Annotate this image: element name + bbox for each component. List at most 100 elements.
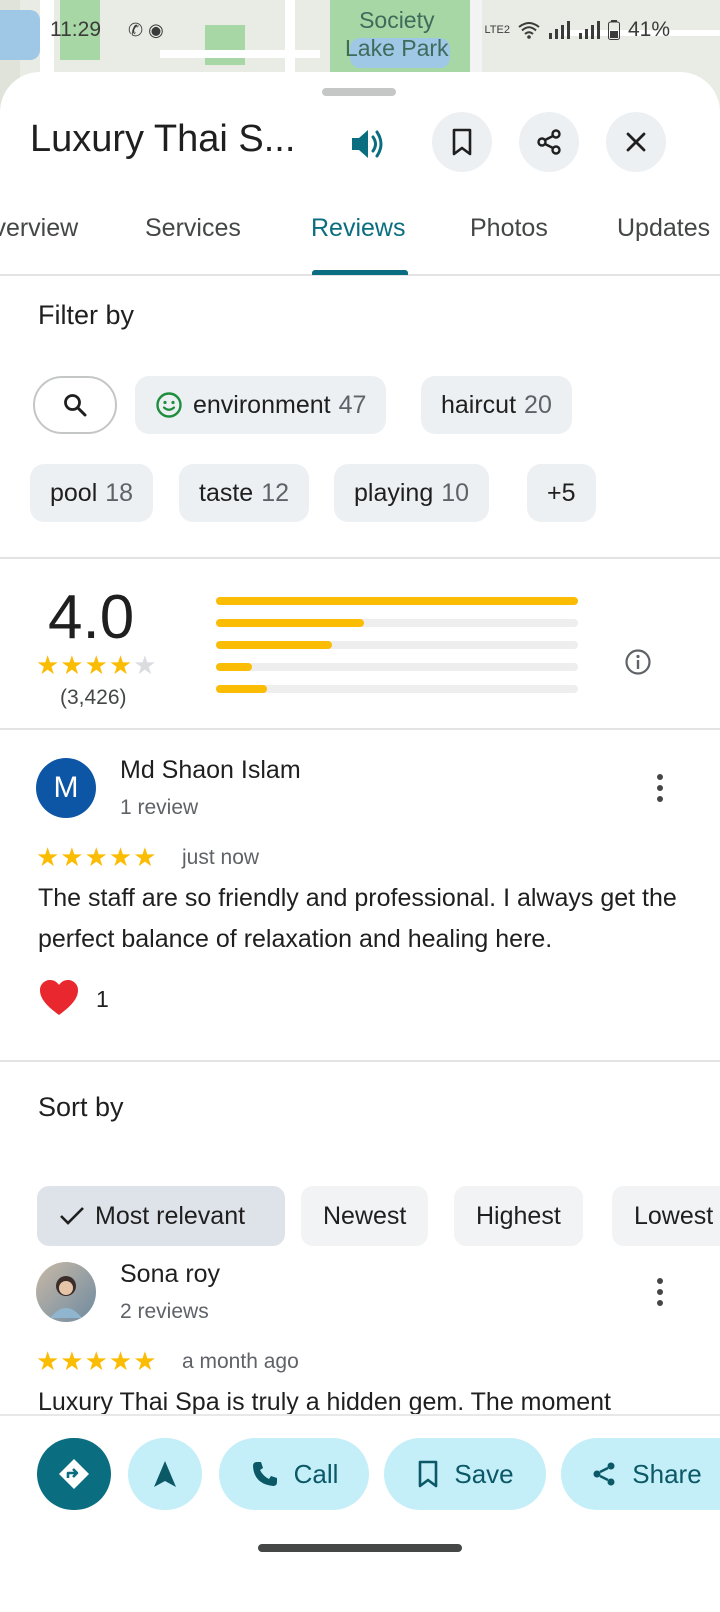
share-icon <box>593 1462 615 1486</box>
bookmark-icon <box>452 128 472 156</box>
chip-count: 18 <box>105 478 134 507</box>
chip-label: environment <box>193 390 331 419</box>
directions-icon <box>59 1459 89 1489</box>
divider <box>0 728 720 730</box>
review-text: Luxury Thai Spa is truly a hidden gem. T… <box>38 1388 611 1414</box>
average-stars: ★★★★★ <box>36 650 158 680</box>
search-reviews-button[interactable] <box>33 376 117 434</box>
profile-photo-icon <box>50 1276 82 1318</box>
call-label: Call <box>293 1458 339 1489</box>
close-icon <box>626 132 646 152</box>
tab-photos[interactable]: Photos <box>470 214 548 243</box>
rating-count: (3,426) <box>60 686 127 709</box>
smiley-icon <box>156 392 182 418</box>
status-bar: 11:29 ✆ ◉ LTE2 41% <box>0 16 720 46</box>
chip-label: pool <box>50 478 98 507</box>
speaker-icon[interactable] <box>346 122 390 166</box>
average-rating: 4.0 <box>48 583 135 652</box>
battery-percent: 41% <box>627 18 670 41</box>
chip-count: 12 <box>261 478 290 507</box>
share-label: Share <box>632 1458 702 1489</box>
active-tab-indicator <box>312 270 408 275</box>
tab-services[interactable]: Services <box>145 214 241 243</box>
chip-label: haircut <box>441 390 517 419</box>
start-navigation-button[interactable] <box>128 1438 202 1510</box>
title-row: Luxury Thai S... <box>0 112 720 176</box>
signal-icon <box>548 21 570 39</box>
review-stars: ★★★★★ <box>36 1346 158 1376</box>
filter-chip-more[interactable]: +5 <box>527 464 596 522</box>
filter-chip-pool[interactable]: pool 18 <box>30 464 154 522</box>
bar-5-star <box>216 597 578 605</box>
bar-1-star <box>216 685 578 693</box>
avatar[interactable]: M <box>36 758 96 818</box>
avatar[interactable] <box>36 1262 96 1322</box>
info-icon[interactable] <box>624 648 652 676</box>
filter-title: Filter by <box>38 300 135 330</box>
close-button[interactable] <box>606 112 666 172</box>
bar-4-star <box>216 619 578 627</box>
filter-chip-haircut[interactable]: haircut 20 <box>421 376 572 434</box>
more-options-icon[interactable] <box>648 1272 672 1312</box>
reviewer-review-count: 1 review <box>120 796 199 819</box>
tab-bar: Overview Services Reviews Photos Updates <box>0 202 720 276</box>
phone-icon <box>252 1462 277 1486</box>
filter-chip-playing[interactable]: playing 10 <box>334 464 490 522</box>
tab-updates[interactable]: Updates <box>617 214 710 243</box>
like-count: 1 <box>96 986 109 1012</box>
save-icon-button[interactable] <box>432 112 492 172</box>
directions-button[interactable] <box>37 1438 111 1510</box>
home-indicator[interactable] <box>258 1544 462 1552</box>
bar-fill <box>216 641 332 649</box>
status-time: 11:29 <box>50 18 101 41</box>
battery-icon <box>607 20 620 40</box>
check-icon <box>60 1207 84 1225</box>
sort-label: Lowest <box>634 1201 714 1230</box>
save-button[interactable]: Save <box>384 1438 546 1510</box>
chip-count: 47 <box>338 390 367 419</box>
share-icon <box>537 129 561 155</box>
filter-chip-taste[interactable]: taste 12 <box>179 464 310 522</box>
bar-fill <box>216 619 365 627</box>
sort-label: Highest <box>476 1201 561 1230</box>
review-text: The staff are so friendly and profession… <box>38 884 677 953</box>
notification-icons: ✆ ◉ <box>128 20 164 40</box>
chip-label: +5 <box>547 478 576 507</box>
sort-highest[interactable]: Highest <box>454 1186 583 1246</box>
search-icon <box>64 394 87 417</box>
chip-label: playing <box>354 478 434 507</box>
review-stars: ★★★★★ <box>36 842 158 872</box>
place-title: Luxury Thai S... <box>30 118 296 160</box>
signal-icon-2 <box>578 21 600 39</box>
sort-title: Sort by <box>38 1092 124 1122</box>
wifi-icon <box>518 22 540 39</box>
heart-icon[interactable] <box>38 978 80 1018</box>
navigation-arrow-icon <box>154 1461 176 1487</box>
bar-fill <box>216 685 267 693</box>
tab-overview[interactable]: Overview <box>0 214 78 243</box>
reviewer-name[interactable]: Sona roy <box>120 1260 220 1289</box>
place-sheet: Luxury Thai S... Overview Services Revie… <box>0 72 720 1612</box>
bar-2-star <box>216 663 578 671</box>
sort-lowest[interactable]: Lowest <box>612 1186 720 1246</box>
more-options-icon[interactable] <box>648 768 672 808</box>
share-button[interactable]: Share <box>561 1438 720 1510</box>
bar-fill <box>216 663 253 671</box>
call-button[interactable]: Call <box>219 1438 369 1510</box>
sort-newest[interactable]: Newest <box>301 1186 429 1246</box>
sort-label: Most relevant <box>95 1201 246 1230</box>
chip-label: taste <box>199 478 254 507</box>
sort-most-relevant[interactable]: Most relevant <box>37 1186 285 1246</box>
filter-chip-environment[interactable]: environment 47 <box>135 376 387 434</box>
share-icon-button[interactable] <box>519 112 579 172</box>
tab-reviews[interactable]: Reviews <box>311 214 405 243</box>
sort-label: Newest <box>323 1201 407 1230</box>
chip-count: 20 <box>524 390 552 419</box>
drag-handle[interactable] <box>322 88 396 96</box>
volte-label: LTE2 <box>484 23 510 36</box>
reviewer-name[interactable]: Md Shaon Islam <box>120 756 301 785</box>
action-bar: Call Save Share <box>0 1414 720 1612</box>
bookmark-icon <box>419 1460 438 1488</box>
divider <box>0 557 720 559</box>
bar-fill <box>216 597 578 605</box>
